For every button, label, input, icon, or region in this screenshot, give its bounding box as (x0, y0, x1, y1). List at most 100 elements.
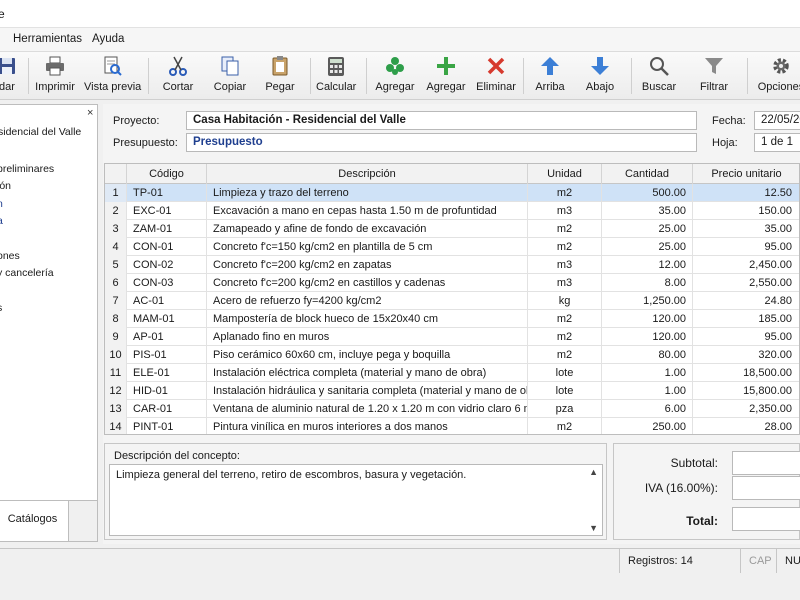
cell-unit: m2 (528, 310, 602, 328)
cell-code: AP-01 (127, 328, 207, 346)
tree-item[interactable]: ión (0, 180, 11, 192)
date-field[interactable]: 22/05/20 (754, 111, 800, 130)
header-quantity[interactable]: Cantidad (602, 164, 693, 184)
cell-quantity: 25.00 (602, 220, 693, 238)
move-down-button[interactable]: Abajo (582, 55, 618, 97)
table-row[interactable]: 5 CON-02 Concreto f'c=200 kg/cm2 en zapata… (105, 256, 799, 274)
scroll-up-icon[interactable]: ▲ (589, 467, 598, 477)
iva-field[interactable] (732, 476, 800, 500)
cell-unit: m3 (528, 256, 602, 274)
header-row-number (105, 164, 127, 184)
tree-item[interactable]: preliminares (0, 163, 54, 175)
cut-button[interactable]: Cortar (158, 55, 198, 97)
row-number: 6 (105, 274, 127, 292)
totals-panel: Subtotal: IVA (16.00%): Total: (613, 443, 800, 540)
records-count: Registros: 14 (619, 549, 737, 573)
toolbar-separator (523, 58, 524, 94)
arrow-down-icon (591, 57, 609, 75)
search-button[interactable]: Buscar (640, 55, 678, 97)
table-row[interactable]: 1 TP-01 Limpieza y trazo del terreno m2 500.… (105, 184, 799, 202)
add-group-button[interactable]: Agregar (374, 55, 416, 97)
table-row[interactable]: 8 MAM-01 Mampostería de block hueco de 15x… (105, 310, 799, 328)
project-field[interactable]: Casa Habitación - Residencial del Valle (186, 111, 697, 130)
cell-description: Zamapeado y afine de fondo de excavación (207, 220, 528, 238)
menu-tools[interactable]: Herramientas (13, 33, 82, 45)
row-number: 1 (105, 184, 127, 202)
delete-button[interactable]: Eliminar (476, 55, 516, 97)
header-unit-price[interactable]: Precio unitario (693, 164, 799, 184)
tab-catalogs[interactable]: Catálogos (0, 501, 69, 541)
cell-code: PIS-01 (127, 346, 207, 364)
subtotal-field[interactable] (732, 451, 800, 475)
filter-button[interactable]: Filtrar (696, 55, 732, 97)
save-button[interactable]: dar (0, 55, 24, 97)
cell-unit: m3 (528, 274, 602, 292)
table-row[interactable]: 6 CON-03 Concreto f'c=200 kg/cm2 en castil… (105, 274, 799, 292)
row-number: 4 (105, 238, 127, 256)
table-row[interactable]: 13 CAR-01 Ventana de aluminio natural de 1… (105, 400, 799, 418)
cell-description: Concreto f'c=150 kg/cm2 en plantilla de … (207, 238, 528, 256)
table-row[interactable]: 3 ZAM-01 Zamapeado y afine de fondo de exc… (105, 220, 799, 238)
cell-code: HID-01 (127, 382, 207, 400)
row-number: 3 (105, 220, 127, 238)
toolbar-separator (747, 58, 748, 94)
clipboard-icon (272, 56, 288, 76)
concept-description-textarea[interactable]: Limpieza general del terreno, retiro de … (109, 464, 603, 536)
sheet-field[interactable]: 1 de 1 (754, 133, 800, 152)
copy-icon (221, 56, 239, 76)
table-row[interactable]: 7 AC-01 Acero de refuerzo fy=4200 kg/cm2 kg… (105, 292, 799, 310)
toolbar-separator (28, 58, 29, 94)
subtotal-label: Subtotal: (670, 456, 718, 470)
row-number: 14 (105, 418, 127, 434)
cell-unit: m2 (528, 184, 602, 202)
cell-code: MAM-01 (127, 310, 207, 328)
title-bar: e (0, 0, 800, 28)
date-label: Fecha: (712, 115, 746, 127)
options-button[interactable]: Opciones (756, 55, 800, 97)
arrow-up-icon (541, 57, 559, 75)
add-button[interactable]: Agregar (426, 55, 466, 97)
plus-icon (437, 57, 455, 75)
cell-unit-price: 15,800.00 (693, 382, 799, 400)
tree-item[interactable]: n (0, 198, 3, 210)
table-row[interactable]: 2 EXC-01 Excavación a mano en cepas hasta … (105, 202, 799, 220)
cell-code: CON-03 (127, 274, 207, 292)
tree-item[interactable]: sidencial del Valle (0, 126, 81, 138)
concept-description-label: Descripción del concepto: (114, 450, 240, 462)
scroll-down-icon[interactable]: ▼ (589, 523, 598, 533)
copy-button[interactable]: Copiar (210, 55, 250, 97)
close-icon[interactable]: × (87, 107, 93, 119)
tree-item[interactable]: a (0, 215, 3, 227)
table-row[interactable]: 4 CON-01 Concreto f'c=150 kg/cm2 en planti… (105, 238, 799, 256)
iva-label: IVA (16.00%): (644, 481, 718, 495)
window-title: e (0, 7, 5, 21)
row-number: 7 (105, 292, 127, 310)
table-row[interactable]: 14 PINT-01 Pintura vinílica en muros inter… (105, 418, 799, 434)
table-row[interactable]: 12 HID-01 Instalación hidráulica y sanitar… (105, 382, 799, 400)
paste-button[interactable]: Pegar (262, 55, 298, 97)
header-unit[interactable]: Unidad (528, 164, 602, 184)
print-button[interactable]: Imprimir (35, 55, 75, 97)
cell-unit: m2 (528, 418, 602, 434)
total-field[interactable] (732, 507, 800, 531)
panel-tabs: Catálogos (0, 500, 98, 542)
concept-description-panel: Descripción del concepto: Limpieza gener… (104, 443, 607, 540)
table-row[interactable]: 11 ELE-01 Instalación eléctrica completa (… (105, 364, 799, 382)
tree-item[interactable]: s (0, 302, 2, 314)
header-description[interactable]: Descripción (207, 164, 528, 184)
header-code[interactable]: Código (127, 164, 207, 184)
tree-item[interactable]: y cancelería (0, 267, 54, 279)
cell-quantity: 80.00 (602, 346, 693, 364)
scissors-icon (169, 56, 187, 76)
calculate-button[interactable]: Calcular (316, 55, 356, 97)
cell-unit-price: 18,500.00 (693, 364, 799, 382)
table-row[interactable]: 10 PIS-01 Piso cerámico 60x60 cm, incluye … (105, 346, 799, 364)
table-row[interactable]: 9 AP-01 Aplanado fino en muros m2 120.00 95.0… (105, 328, 799, 346)
cell-code: AC-01 (127, 292, 207, 310)
cell-description: Ventana de aluminio natural de 1.20 x 1.… (207, 400, 528, 418)
tree-item[interactable]: ones (0, 250, 20, 262)
budget-field[interactable]: Presupuesto (186, 133, 697, 152)
menu-help[interactable]: Ayuda (92, 33, 124, 45)
print-preview-button[interactable]: Vista previa (84, 55, 141, 97)
move-up-button[interactable]: Arriba (532, 55, 568, 97)
